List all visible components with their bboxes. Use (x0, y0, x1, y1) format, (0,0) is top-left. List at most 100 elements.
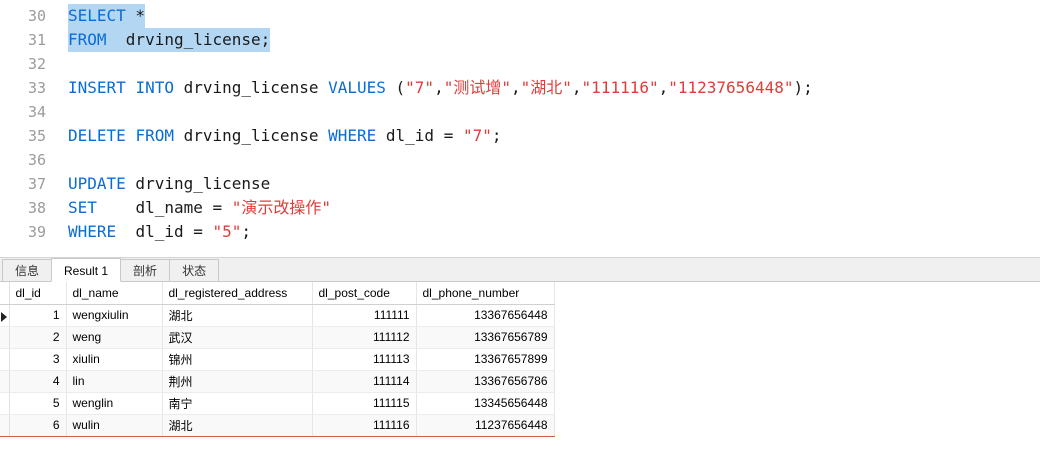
cell[interactable]: 5 (9, 392, 67, 415)
cell[interactable]: 4 (9, 370, 67, 393)
editor-line[interactable]: 30 SELECT * (0, 4, 1040, 28)
editor-line[interactable]: 35 DELETE FROM drving_license WHERE dl_id… (0, 124, 1040, 148)
cell[interactable]: 南宁 (162, 392, 313, 415)
line-number: 37 (27, 175, 46, 193)
sql-string: "5" (212, 222, 242, 241)
cell[interactable]: 13367657899 (416, 348, 555, 371)
result-table: dl_id dl_name dl_registered_address dl_post… (0, 282, 555, 437)
column-header[interactable]: dl_registered_address (162, 282, 313, 305)
sql-text: ( (385, 78, 406, 97)
row-selector-cell[interactable] (0, 304, 10, 327)
table-row[interactable]: 1 wengxiulin 湖北 111111 13367656448 (0, 304, 555, 327)
sql-text: ; (241, 222, 252, 241)
sql-text: drving_license (173, 78, 329, 97)
table-row[interactable]: 6 wulin 湖北 111116 11237656448 (0, 414, 555, 437)
table-row[interactable]: 3 xiulin 锦州 111113 13367657899 (0, 348, 555, 371)
cell[interactable]: 111112 (312, 326, 417, 349)
cell[interactable]: 湖北 (162, 304, 313, 327)
cell[interactable]: lin (66, 370, 163, 393)
cell[interactable]: 2 (9, 326, 67, 349)
sql-keyword: FROM (68, 30, 107, 49)
cell[interactable]: 武汉 (162, 326, 313, 349)
cell[interactable]: 111115 (312, 392, 417, 415)
cell[interactable]: 3 (9, 348, 67, 371)
line-number: 34 (27, 103, 46, 121)
line-number: 30 (27, 7, 46, 25)
sql-keyword: VALUES (328, 78, 386, 97)
cell[interactable]: 13345656448 (416, 392, 555, 415)
sql-text: ); (793, 78, 813, 97)
column-header[interactable]: dl_post_code (312, 282, 417, 305)
editor-line[interactable]: 32 (0, 52, 1040, 76)
tab-info[interactable]: 信息 (2, 259, 53, 281)
sql-text: , (510, 78, 521, 97)
row-selector-header (0, 282, 10, 305)
cell[interactable]: 11237656448 (416, 414, 555, 437)
sql-text: , (434, 78, 444, 97)
grid-header-row: dl_id dl_name dl_registered_address dl_post… (0, 282, 555, 305)
sql-text: * (125, 6, 146, 25)
editor-line[interactable]: 39 WHERE dl_id = "5"; (0, 220, 1040, 244)
sql-keyword: SET (68, 198, 97, 217)
sql-keyword: WHERE (68, 222, 117, 241)
editor-line[interactable]: 38 SET dl_name = "演示改操作" (0, 196, 1040, 220)
cell[interactable]: 13367656448 (416, 304, 555, 327)
editor-line[interactable]: 33 INSERT INTO drving_license VALUES ("7"… (0, 76, 1040, 100)
tab-result-1[interactable]: Result 1 (51, 258, 122, 282)
sql-text: dl_id = (116, 222, 213, 241)
cell[interactable]: 13367656786 (416, 370, 555, 393)
table-row[interactable]: 2 weng 武汉 111112 13367656789 (0, 326, 555, 349)
cell[interactable]: wengxiulin (66, 304, 163, 327)
column-header[interactable]: dl_name (66, 282, 163, 305)
column-header[interactable]: dl_phone_number (416, 282, 555, 305)
sql-string: "11237656448" (668, 78, 794, 97)
line-content: UPDATE drving_license (68, 172, 270, 196)
editor-line[interactable]: 37 UPDATE drving_license (0, 172, 1040, 196)
line-content: SET dl_name = "演示改操作" (68, 196, 331, 220)
cell[interactable]: 13367656789 (416, 326, 555, 349)
sql-text: drving_license; (106, 30, 271, 49)
editor-line[interactable]: 31 FROM drving_license; (0, 28, 1040, 52)
line-content: SELECT * (68, 4, 146, 28)
tab-profile[interactable]: 剖析 (120, 259, 171, 281)
sql-string: "7" (462, 126, 492, 145)
sql-editor[interactable]: 30 SELECT * 31 FROM drving_license; 32 33 INSE… (0, 0, 1040, 257)
cell[interactable]: 111111 (312, 304, 417, 327)
row-selector-cell[interactable] (0, 392, 10, 415)
cell[interactable]: 荆州 (162, 370, 313, 393)
cell[interactable]: 6 (9, 414, 67, 437)
sql-text: , (571, 78, 582, 97)
cell[interactable]: xiulin (66, 348, 163, 371)
cell[interactable]: weng (66, 326, 163, 349)
cell[interactable]: wenglin (66, 392, 163, 415)
sql-keyword: INTO (135, 78, 174, 97)
sql-keyword: SELECT (68, 6, 126, 25)
table-row[interactable]: 5 wenglin 南宁 111115 13345656448 (0, 392, 555, 415)
editor-line[interactable]: 34 (0, 100, 1040, 124)
column-header[interactable]: dl_id (9, 282, 67, 305)
cell[interactable]: 锦州 (162, 348, 313, 371)
row-selector-cell[interactable] (0, 348, 10, 371)
row-selector-cell[interactable] (0, 370, 10, 393)
sql-text: ; (491, 126, 502, 145)
row-selector-arrow (1, 312, 7, 322)
cell[interactable]: 111114 (312, 370, 417, 393)
sql-string: "111116" (581, 78, 659, 97)
tab-status[interactable]: 状态 (169, 259, 220, 281)
line-number: 31 (27, 31, 46, 49)
row-selector-cell[interactable] (0, 414, 10, 437)
cell[interactable]: 湖北 (162, 414, 313, 437)
cell[interactable]: 1 (9, 304, 67, 327)
table-row[interactable]: 4 lin 荆州 111114 13367656786 (0, 370, 555, 393)
line-content: INSERT INTO drving_license VALUES ("7","… (68, 76, 813, 100)
editor-line[interactable]: 36 (0, 148, 1040, 172)
line-number: 33 (27, 79, 46, 97)
sql-text: drving_license (173, 126, 329, 145)
cell[interactable]: wulin (66, 414, 163, 437)
cell[interactable]: 111116 (312, 414, 417, 437)
line-content: DELETE FROM drving_license WHERE dl_id =… (68, 124, 502, 148)
cell[interactable]: 111113 (312, 348, 417, 371)
row-selector-cell[interactable] (0, 326, 10, 349)
